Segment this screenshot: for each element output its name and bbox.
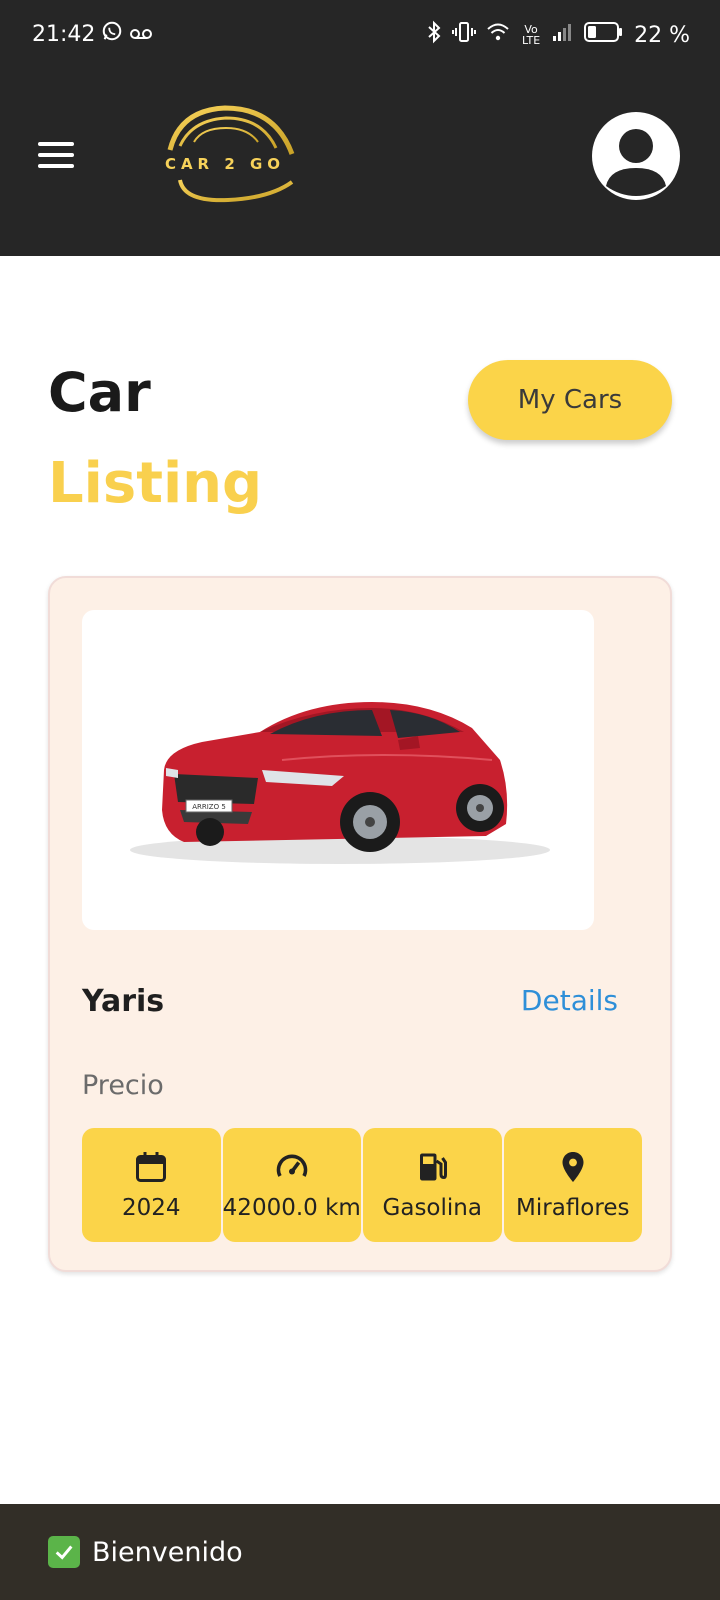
location-pin-icon [555,1149,591,1189]
spec-location-value: Miraflores [516,1195,630,1221]
hamburger-menu-icon[interactable] [38,142,74,168]
car-badge-text: ARRIZO 5 [192,803,226,811]
status-bar-left: 21:42 [32,20,153,48]
account-circle-icon[interactable] [592,112,680,200]
network-type: Vo LTE [521,23,541,47]
signal-icon [552,22,574,48]
page-title-line2: Listing [48,451,263,516]
car-name: Yaris [82,984,165,1019]
snackbar-message: Bienvenido [92,1536,243,1568]
check-mark-icon [48,1536,80,1568]
fuel-pump-icon [414,1149,450,1189]
status-time: 21:42 [32,21,96,47]
spec-fuel: Gasolina [363,1128,502,1242]
spec-year: 2024 [82,1128,221,1242]
calendar-icon [133,1149,169,1189]
spec-year-value: 2024 [121,1195,181,1221]
vibrate-icon [452,20,477,50]
status-bar-right: Vo LTE 22 % [426,20,690,50]
car-listing-card[interactable]: ARRIZO 5 Yaris Details Precio 2024 42000… [48,576,672,1272]
spec-mileage-value: 42000.0 km [222,1195,361,1221]
price-label: Precio [82,1070,164,1101]
logo-text: CAR 2 GO [165,155,285,173]
spec-location: Miraflores [503,1128,642,1242]
battery-icon [584,21,624,49]
bluetooth-icon [426,20,442,50]
my-cars-button[interactable]: My Cars [468,360,672,440]
battery-percent: 22 % [634,22,690,48]
details-link[interactable]: Details [521,984,618,1017]
snackbar: Bienvenido [0,1504,720,1600]
car2go-logo: CAR 2 GO [150,104,300,204]
wifi-icon [486,22,510,48]
status-bar: 21:42 Vo LTE 22 % [0,0,720,70]
spec-mileage: 42000.0 km [222,1128,361,1242]
speedometer-icon [274,1149,310,1189]
whatsapp-icon [101,20,123,48]
spec-fuel-value: Gasolina [382,1195,482,1221]
app-header: CAR 2 GO [0,70,720,256]
car-specs: 2024 42000.0 km Gasolina Miraflores [82,1128,642,1242]
voicemail-icon [129,22,153,47]
car-image: ARRIZO 5 [82,610,594,930]
page-title-line1: Car [48,361,151,424]
